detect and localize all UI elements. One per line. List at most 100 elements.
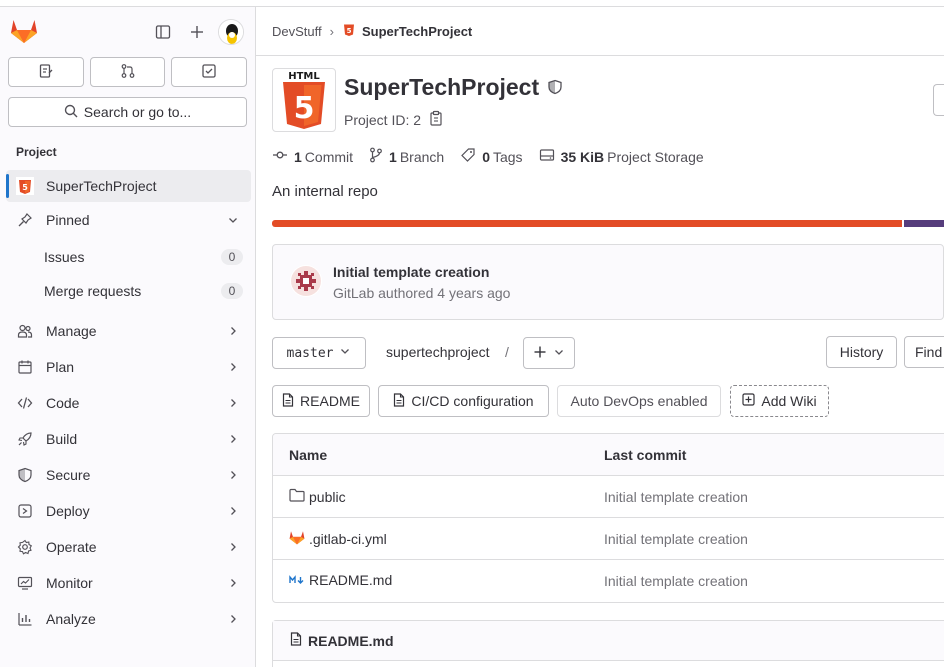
rocket-icon bbox=[16, 430, 34, 448]
sidebar-quick-tabs bbox=[8, 57, 248, 87]
language-bar[interactable] bbox=[272, 220, 944, 227]
branches-stat[interactable]: 1 Branch bbox=[369, 147, 444, 166]
project-description: An internal repo bbox=[272, 183, 378, 200]
sidebar-item-label: Operate bbox=[46, 539, 97, 555]
merge-requests-button[interactable] bbox=[89, 57, 166, 87]
commit-author-avatar[interactable] bbox=[290, 265, 322, 297]
chart-icon bbox=[16, 610, 34, 628]
sidebar-section-title: Project bbox=[16, 145, 57, 159]
language-segment-html[interactable] bbox=[272, 220, 903, 227]
sidebar-item-issues[interactable]: Issues 0 bbox=[6, 242, 251, 272]
cloud-gear-icon bbox=[16, 538, 34, 556]
assigned-issues-button[interactable] bbox=[8, 57, 84, 87]
add-to-tree-dropdown[interactable] bbox=[523, 337, 575, 369]
file-name: public bbox=[309, 488, 346, 505]
breadcrumb-group-link[interactable]: DevStuff bbox=[272, 24, 322, 39]
sidebar-item-label: Deploy bbox=[46, 503, 90, 519]
project-id: Project ID: 2 bbox=[344, 110, 443, 129]
sidebar-item-merge-requests[interactable]: Merge requests 0 bbox=[6, 276, 251, 306]
project-stats: 1 Commit 1 Branch 0 Tags 35 KiB Project … bbox=[272, 147, 704, 166]
visibility-shield-icon bbox=[547, 74, 563, 101]
count-badge: 0 bbox=[221, 249, 243, 265]
file-last-commit-link[interactable]: Initial template creation bbox=[604, 573, 748, 589]
markdown-icon bbox=[289, 572, 305, 588]
issues-icon bbox=[38, 63, 54, 82]
file-icon bbox=[393, 392, 405, 410]
wiki-label: Add Wiki bbox=[761, 393, 817, 409]
commit-title-link[interactable]: Initial template creation bbox=[333, 264, 489, 280]
project-avatar-icon: 5 bbox=[342, 23, 356, 40]
sidebar-item-code[interactable]: Code bbox=[6, 387, 251, 419]
file-last-commit-link[interactable]: Initial template creation bbox=[604, 531, 748, 547]
table-row[interactable]: .gitlab-ci.yml Initial template creation bbox=[273, 518, 944, 560]
sidebar-item-label: Build bbox=[46, 431, 78, 447]
table-row[interactable]: public Initial template creation bbox=[273, 476, 944, 518]
browser-top-edge bbox=[0, 0, 944, 7]
file-name: .gitlab-ci.yml bbox=[309, 531, 387, 547]
branch-selector[interactable]: master bbox=[272, 337, 366, 369]
readme-button[interactable]: README bbox=[272, 385, 370, 417]
file-name-link[interactable]: public bbox=[289, 488, 346, 505]
sidebar-item-build[interactable]: Build bbox=[6, 423, 251, 455]
sidebar-item-secure[interactable]: Secure bbox=[6, 459, 251, 491]
folder-icon bbox=[289, 488, 305, 505]
storage-size: 35 KiB bbox=[560, 148, 605, 165]
storage-stat[interactable]: 35 KiB Project Storage bbox=[539, 147, 704, 166]
tags-stat[interactable]: 0 Tags bbox=[460, 147, 523, 166]
sidebar-item-label: SuperTechProject bbox=[46, 178, 157, 194]
branches-label: Branch bbox=[399, 148, 445, 165]
storage-label: Project Storage bbox=[607, 148, 704, 165]
repo-path-link[interactable]: supertechproject bbox=[386, 344, 490, 360]
sidebar-item-operate[interactable]: Operate bbox=[6, 531, 251, 563]
svg-text:5: 5 bbox=[22, 183, 28, 192]
language-segment-css[interactable] bbox=[904, 220, 944, 227]
file-name: README.md bbox=[309, 572, 393, 588]
sidebar-item-project[interactable]: 5 SuperTechProject bbox=[6, 170, 251, 202]
user-avatar[interactable] bbox=[218, 19, 244, 45]
pin-icon bbox=[16, 211, 34, 229]
gitlab-logo-icon[interactable] bbox=[10, 18, 38, 44]
file-icon bbox=[282, 392, 294, 410]
shield-icon bbox=[16, 466, 34, 484]
sidebar-item-analyze[interactable]: Analyze bbox=[6, 603, 251, 635]
branches-count: 1 bbox=[389, 148, 397, 165]
merge-request-icon bbox=[120, 63, 136, 82]
commits-stat[interactable]: 1 Commit bbox=[272, 147, 353, 166]
breadcrumb: DevStuff › 5 SuperTechProject bbox=[256, 7, 944, 56]
search-label: Search or go to... bbox=[83, 104, 192, 120]
add-wiki-button[interactable]: Add Wiki bbox=[730, 385, 829, 417]
sidebar-item-monitor[interactable]: Monitor bbox=[6, 567, 251, 599]
plus-icon bbox=[533, 345, 547, 362]
chevron-right-icon bbox=[225, 431, 241, 447]
ci-config-button[interactable]: CI/CD configuration bbox=[378, 385, 549, 417]
count-badge: 0 bbox=[221, 283, 243, 299]
history-button[interactable]: History bbox=[826, 336, 897, 368]
search-button[interactable]: Search or go to... bbox=[8, 97, 247, 127]
tags-label: Tags bbox=[492, 148, 523, 165]
sidebar-item-pinned[interactable]: Pinned bbox=[6, 204, 251, 236]
commit-icon bbox=[272, 148, 288, 165]
file-name-link[interactable]: .gitlab-ci.yml bbox=[289, 530, 387, 548]
svg-text:5: 5 bbox=[347, 27, 352, 35]
branch-icon bbox=[369, 147, 383, 166]
todo-list-button[interactable] bbox=[171, 57, 248, 87]
breadcrumb-project-link[interactable]: 5 SuperTechProject bbox=[342, 23, 472, 40]
commits-count: 1 bbox=[294, 148, 302, 165]
sidebar-item-manage[interactable]: Manage bbox=[6, 315, 251, 347]
file-name-link[interactable]: README.md bbox=[289, 572, 392, 588]
sidebar-item-plan[interactable]: Plan bbox=[6, 351, 251, 383]
project-id-label: Project ID: 2 bbox=[344, 111, 422, 128]
file-last-commit-link[interactable]: Initial template creation bbox=[604, 489, 748, 505]
chevron-right-icon bbox=[225, 359, 241, 375]
sidebar-item-deploy[interactable]: Deploy bbox=[6, 495, 251, 527]
copy-clipboard-icon[interactable] bbox=[429, 110, 443, 129]
chevron-right-icon bbox=[225, 575, 241, 591]
find-file-button[interactable]: Find bbox=[904, 336, 944, 368]
project-actions-button[interactable] bbox=[933, 84, 944, 116]
readme-filename[interactable]: README.md bbox=[308, 633, 394, 649]
create-new-icon[interactable] bbox=[185, 20, 209, 44]
toggle-sidebar-icon[interactable] bbox=[151, 20, 175, 44]
table-row[interactable]: README.md Initial template creation bbox=[273, 560, 944, 602]
code-icon bbox=[16, 394, 34, 412]
chevron-down-icon bbox=[339, 345, 351, 361]
